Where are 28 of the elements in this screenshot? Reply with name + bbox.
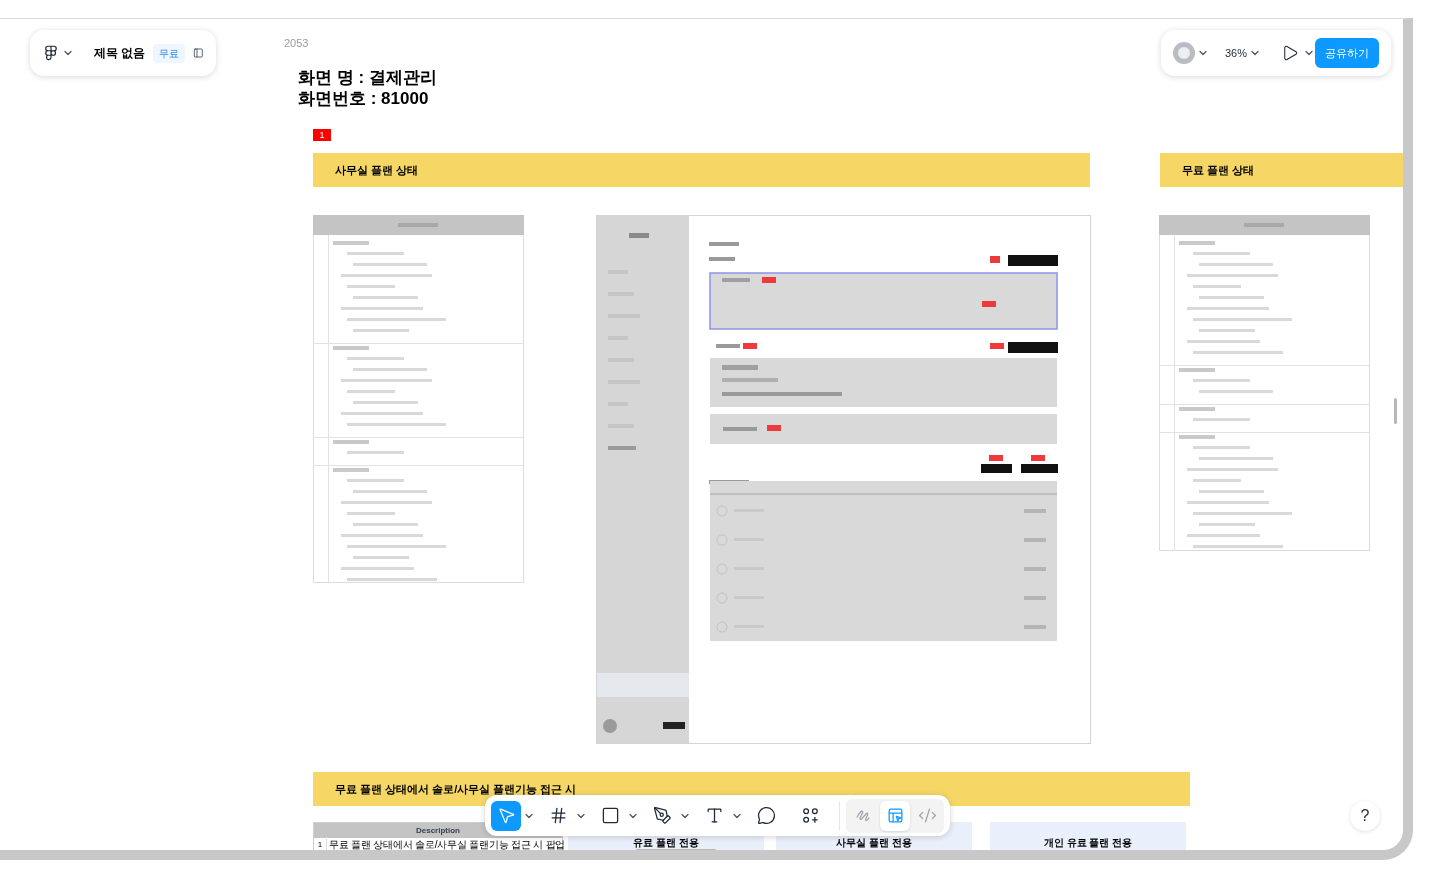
pointer-icon <box>496 806 516 825</box>
section-title: 무료 플랜 상태에서 솔로/사무실 플랜기능 접근 시 <box>335 781 577 797</box>
code-icon <box>917 806 937 825</box>
screen-heading: 화면 명 : 결제관리 <box>298 67 437 88</box>
figma-menu-icon[interactable] <box>42 44 60 62</box>
square-icon <box>600 806 620 825</box>
screen-heading: 화면번호 : 81000 <box>298 88 430 109</box>
table-cell: 무료 플랜 상태에서 솔로/사무실 플랜기능 접근 시 팝업 <box>326 837 566 850</box>
plan-card-title: 개인 유료 플랜 전용 <box>1043 837 1133 849</box>
plan-card-title: 유료 플랜 전용 <box>633 837 699 849</box>
plan-card-title: 사무실 플랜 전용 <box>836 837 912 849</box>
file-title[interactable]: 제목 없음 <box>94 44 146 62</box>
move-tool-button[interactable] <box>491 800 521 831</box>
vertical-scrollbar[interactable] <box>1394 398 1397 424</box>
speech-bubble-icon <box>756 806 776 825</box>
section-title: 무료 플랜 상태 <box>1182 162 1255 178</box>
design-mode-button[interactable] <box>880 800 910 831</box>
present-icon[interactable] <box>1281 44 1300 62</box>
section-title: 사무실 플랜 상태 <box>335 162 419 178</box>
table-header: Description <box>416 824 460 837</box>
table-cell-text: 1 <box>316 838 324 850</box>
zoom-level[interactable]: 36% <box>1225 44 1248 62</box>
frame-label: 2053 <box>284 36 309 51</box>
marker-badge: 1 <box>313 129 331 141</box>
plan-badge: 무료 <box>153 43 186 63</box>
sidebar-toggle-icon[interactable] <box>193 45 204 61</box>
pen-nib-icon <box>652 806 672 825</box>
shapes-plus-icon <box>800 806 820 825</box>
